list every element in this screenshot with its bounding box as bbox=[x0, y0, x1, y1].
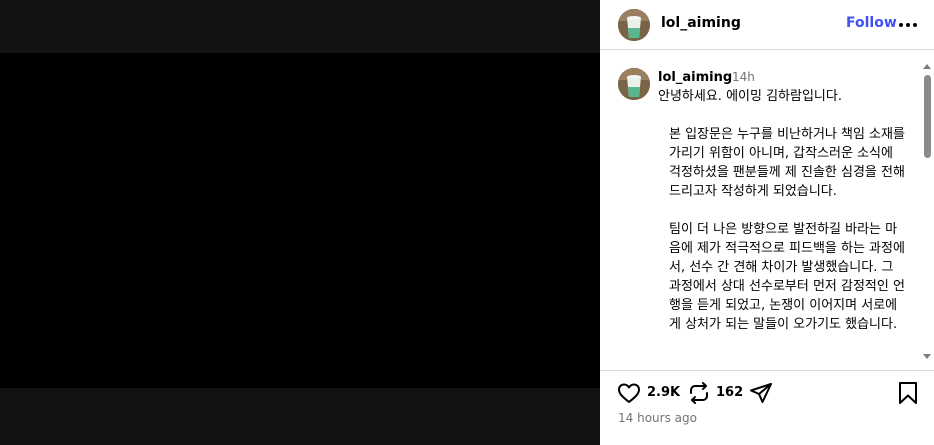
caption-text: 안녕하세요. 에이밍 김하람입니다. 본 입장문은 누구를 비난하거나 책임 소… bbox=[658, 87, 908, 334]
repost-button[interactable] bbox=[687, 381, 711, 405]
scroll-down-arrow[interactable] bbox=[923, 354, 931, 359]
bookmark-icon bbox=[899, 382, 917, 404]
video-player[interactable] bbox=[0, 53, 600, 388]
heart-icon bbox=[618, 383, 640, 403]
scroll-up-arrow[interactable] bbox=[923, 64, 931, 69]
post-side-panel: lol_aiming Follow lol_aiming 14h 안녕하세요. … bbox=[600, 0, 934, 445]
action-bar: 2.9K 162 bbox=[600, 370, 934, 414]
more-options-button[interactable] bbox=[897, 15, 919, 35]
caption-username[interactable]: lol_aiming bbox=[658, 70, 732, 85]
media-pane bbox=[0, 0, 600, 445]
repost-icon bbox=[690, 382, 708, 404]
follow-button[interactable]: Follow bbox=[846, 15, 897, 31]
caption-paragraph: 본 입장문은 누구를 비난하거나 책임 소재를 가리기 위함이 아니며, 갑작스… bbox=[669, 127, 905, 199]
author-username[interactable]: lol_aiming bbox=[661, 15, 741, 31]
share-button[interactable] bbox=[749, 381, 773, 405]
like-button[interactable] bbox=[617, 381, 641, 405]
caption-paragraph: 팀이 더 나은 방향으로 발전하길 바라는 마음에 제가 적극적으로 피드백을 … bbox=[669, 222, 905, 332]
repost-count[interactable]: 162 bbox=[716, 385, 743, 400]
caption-avatar[interactable] bbox=[618, 68, 650, 100]
caption-section: lol_aiming 14h 안녕하세요. 에이밍 김하람입니다. 본 입장문은… bbox=[600, 50, 920, 370]
author-avatar[interactable] bbox=[618, 9, 650, 41]
save-button[interactable] bbox=[898, 381, 918, 405]
like-count[interactable]: 2.9K bbox=[647, 385, 680, 400]
more-horizontal-icon bbox=[899, 23, 917, 27]
post-timestamp: 14 hours ago bbox=[618, 411, 697, 425]
scroll-thumb[interactable] bbox=[924, 75, 931, 158]
share-icon bbox=[750, 383, 772, 403]
caption-greeting: 안녕하세요. 에이밍 김하람입니다. bbox=[658, 89, 842, 104]
post-header: lol_aiming Follow bbox=[600, 0, 934, 50]
caption-time[interactable]: 14h bbox=[732, 70, 755, 84]
caption-scrollbar[interactable] bbox=[920, 60, 934, 368]
